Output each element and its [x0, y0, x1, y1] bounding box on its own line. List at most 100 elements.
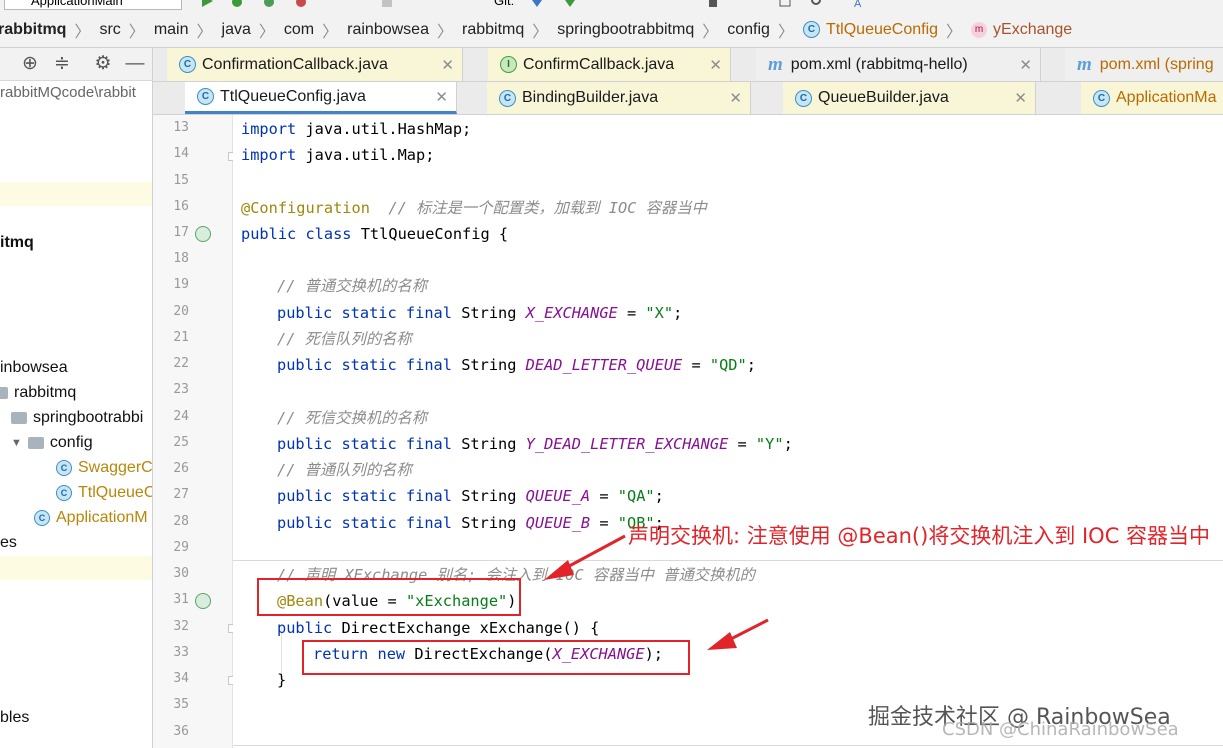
code-line: // 普通队列的名称 [277, 457, 412, 483]
hide-icon[interactable]: — [124, 54, 146, 74]
tree-item[interactable]: bles [0, 709, 29, 727]
tree-item[interactable]: itmq [0, 234, 34, 252]
code-token: "Y" [755, 435, 784, 453]
search-icon[interactable] [810, 0, 824, 8]
chevron-right-icon: 〉 [532, 23, 549, 41]
breadcrumb-item[interactable]: springbootrabbitmq [557, 21, 694, 39]
close-icon[interactable]: ✕ [1014, 89, 1027, 107]
line-number: 30 [173, 566, 189, 581]
close-icon[interactable]: ✕ [441, 56, 454, 74]
line-number: 19 [173, 277, 189, 292]
breadcrumb-item[interactable]: com [284, 21, 314, 39]
tree-item-label: bles [0, 709, 30, 726]
locate-icon[interactable]: ⊕ [19, 54, 41, 74]
code-token: // 死信交换机的名称 [277, 409, 428, 427]
line-number: 13 [173, 120, 189, 135]
tree-item[interactable]: inbowsea [0, 359, 68, 377]
tree-item[interactable]: es [0, 534, 17, 552]
tree-item[interactable]: ▼ config [11, 434, 93, 452]
breadcrumb-label: rainbowsea [347, 20, 429, 38]
run-config-selector[interactable]: ApplicationMain [4, 0, 182, 10]
editor-tabs-row-2: C TtlQueueConfig.java ✕ C BindingBuilder… [153, 82, 1223, 115]
chevron-right-icon: 〉 [74, 23, 91, 41]
debug-icon[interactable] [230, 0, 244, 8]
project-panel: ⊕ ≑ ⚙ — rabbitMQcode\rabbit itmq inbowse… [0, 48, 153, 748]
structure-icon[interactable] [778, 0, 792, 8]
tab-application-main[interactable]: C ApplicationMa [1081, 82, 1223, 114]
close-icon[interactable]: ✕ [729, 89, 742, 107]
chevron-right-icon: 〉 [196, 23, 213, 41]
tree-item[interactable]: rabbitmq [0, 384, 76, 402]
code-line: public static final String QUEUE_B = "QB… [277, 510, 664, 536]
breadcrumb-item[interactable]: java [222, 21, 251, 39]
code-token: X_EXCHANGE [525, 304, 618, 322]
run-config-label: ApplicationMain [31, 0, 123, 8]
tab-pom-spring[interactable]: m pom.xml (spring [1065, 48, 1223, 81]
tab-queue-builder[interactable]: C QueueBuilder.java ✕ [783, 82, 1036, 114]
stop-icon[interactable] [380, 0, 394, 8]
spring-bean-icon[interactable] [195, 593, 211, 609]
code-token: public static final [277, 487, 452, 505]
tree-item-label: SwaggerC [78, 459, 153, 476]
code-token: "X" [645, 304, 674, 322]
code-token: java.util.HashMap; [296, 120, 472, 138]
line-number: 18 [173, 251, 189, 266]
close-icon[interactable]: ✕ [435, 88, 448, 106]
tab-confirmation-callback[interactable]: C ConfirmationCallback.java ✕ [167, 48, 463, 81]
editor-gutter: 13 14 15 16 17 18 19 20 21 22 23 24 25 2… [153, 115, 237, 748]
breadcrumb-item-class[interactable]: C TtlQueueConfig [802, 21, 938, 39]
close-icon[interactable]: ✕ [1019, 56, 1032, 74]
code-token: public class [241, 225, 352, 243]
breadcrumb-label: rabbitmq [0, 20, 67, 38]
code-token: DirectExchange xExchange() { [332, 619, 600, 637]
method-separator [233, 560, 1223, 561]
interface-icon: I [500, 56, 517, 73]
package-icon [11, 412, 27, 424]
line-number: 22 [173, 356, 189, 371]
tree-item[interactable]: C TtlQueueC [56, 484, 152, 502]
gear-icon[interactable]: ⚙ [92, 54, 114, 74]
line-number: 26 [173, 461, 189, 476]
breadcrumb-item[interactable]: rabbitmq [462, 21, 524, 39]
breadcrumb-label: java [221, 20, 251, 38]
breadcrumb-label: com [283, 20, 315, 38]
breadcrumb-item[interactable]: config [727, 21, 770, 39]
line-number: 32 [173, 619, 189, 634]
tree-item[interactable]: C SwaggerC [56, 459, 153, 477]
coverage-icon[interactable] [262, 0, 276, 8]
tree-item[interactable]: springbootrabbi [11, 409, 143, 427]
class-icon: C [795, 89, 812, 107]
package-icon [27, 437, 44, 449]
expand-arrow-icon[interactable]: ▼ [11, 437, 22, 449]
breadcrumb-item[interactable]: rainbowsea [347, 21, 429, 39]
tab-ttl-queue-config[interactable]: C TtlQueueConfig.java ✕ [185, 82, 457, 114]
git-commit-icon[interactable] [563, 0, 577, 8]
code-line: import java.util.HashMap; [241, 116, 471, 142]
code-token: java.util.Map; [296, 146, 435, 164]
profile-icon[interactable] [294, 0, 308, 8]
code-token: public static final [277, 435, 452, 453]
tree-item[interactable]: C ApplicationM [34, 509, 148, 527]
code-line: public static final String DEAD_LETTER_Q… [277, 352, 756, 378]
breadcrumb-item-method[interactable]: m yExchange [971, 21, 1072, 39]
code-token: ; [654, 487, 664, 505]
translate-icon[interactable]: A [852, 0, 866, 8]
tree-item-label: es [0, 534, 17, 551]
run-icon[interactable] [200, 0, 214, 8]
line-number: 34 [173, 671, 189, 686]
git-update-icon[interactable] [530, 0, 544, 8]
tab-confirm-callback[interactable]: I ConfirmCallback.java ✕ [488, 48, 731, 81]
tab-binding-builder[interactable]: C BindingBuilder.java ✕ [487, 82, 751, 114]
close-icon[interactable]: ✕ [709, 56, 722, 74]
breadcrumb-item[interactable]: src [99, 21, 120, 39]
breadcrumb-item[interactable]: main [154, 21, 189, 39]
code-token: Y_DEAD_LETTER_EXCHANGE [525, 435, 729, 453]
breadcrumb-item[interactable]: rabbitmq [0, 21, 66, 39]
tab-pom-rabbitmq-hello[interactable]: m pom.xml (rabbitmq-hello) ✕ [756, 48, 1041, 81]
highlight-box-bean [257, 578, 521, 616]
build-icon[interactable] [706, 0, 720, 8]
maven-icon: m [1077, 53, 1092, 75]
tab-label: pom.xml (spring [1099, 55, 1214, 73]
collapse-all-icon[interactable]: ≑ [51, 54, 73, 74]
spring-bean-icon[interactable] [195, 226, 211, 242]
